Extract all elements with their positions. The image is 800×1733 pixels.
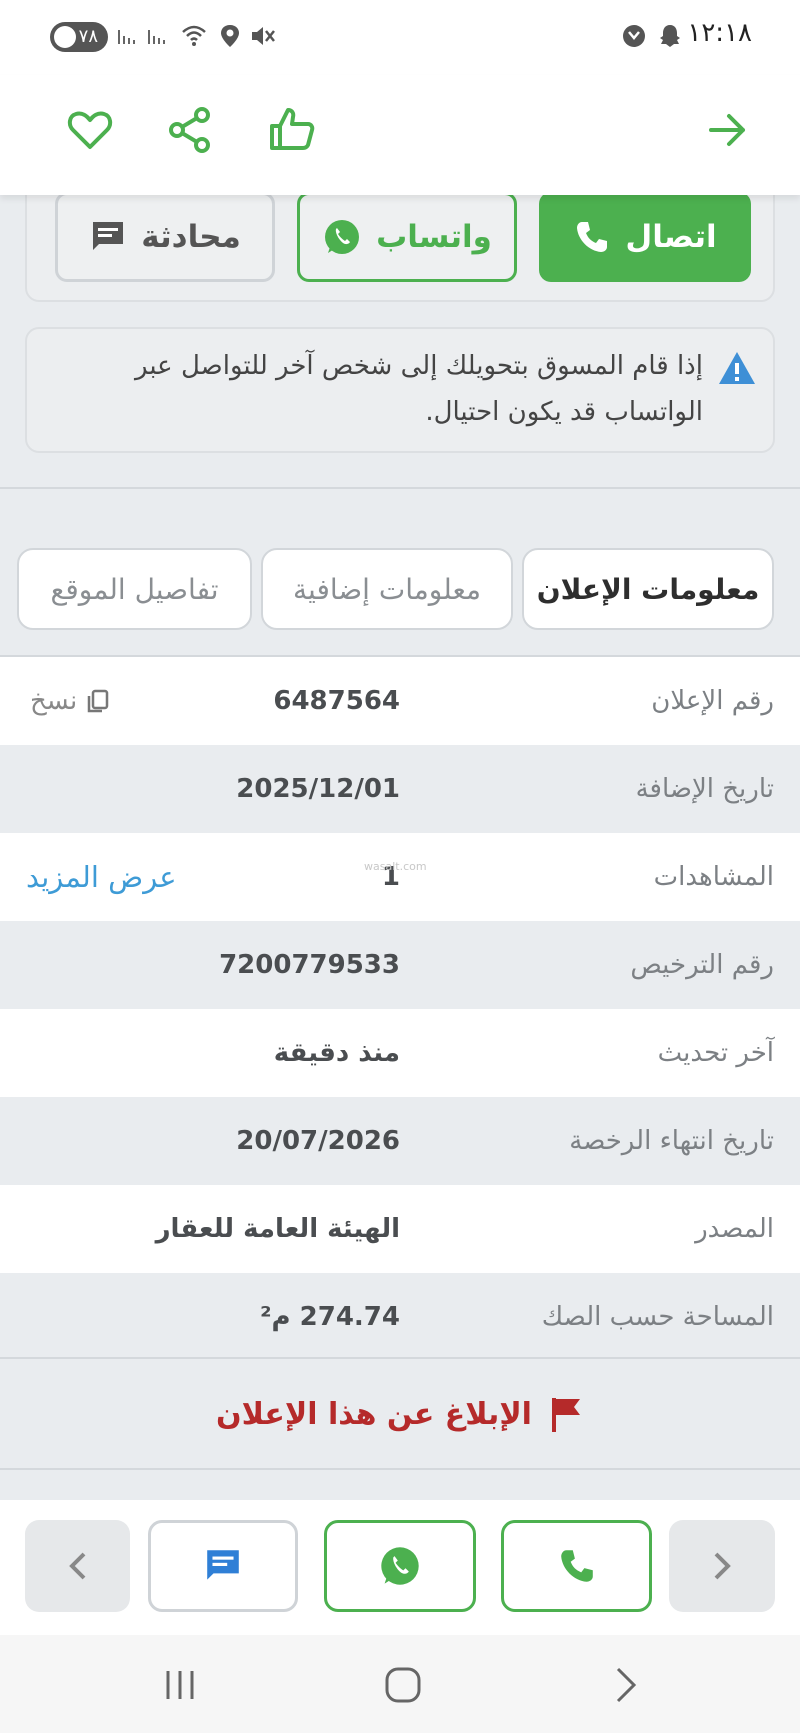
row-label: المصدر [695,1214,774,1244]
whatsapp-icon [381,1547,419,1585]
row-label: آخر تحديث [657,1038,774,1068]
info-row-views: المشاهدات 1 عرض المزيد [0,833,800,921]
chevron-left-icon [68,1552,85,1580]
recent-apps-icon[interactable] [160,1665,200,1705]
copy-button[interactable]: نسخ [30,657,111,745]
fraud-warning: إذا قام المسوق بتحويلك إلى شخص آخر للتوا… [25,327,775,453]
mute-icon [252,27,275,45]
previous-listing-button[interactable] [25,1520,130,1612]
home-icon[interactable] [383,1665,423,1705]
bottom-chat-button[interactable] [148,1520,298,1612]
show-more-link[interactable]: عرض المزيد [26,833,177,921]
heart-icon [67,111,113,149]
copy-label: نسخ [30,686,78,716]
signal-icon [118,30,135,44]
next-listing-button[interactable] [669,1520,775,1612]
back-button[interactable] [698,100,758,160]
tab-ad-info[interactable]: معلومات الإعلان [522,548,774,630]
snapchat-icon [660,25,680,47]
row-value: 2025/12/01 [236,774,400,804]
share-button[interactable] [160,100,220,160]
message-icon [207,1550,239,1580]
watermark: wasalt.com [364,860,427,873]
divider [0,487,800,489]
thumbs-up-icon [270,108,315,150]
call-button[interactable]: اتصال [539,192,751,282]
row-label: المشاهدات [653,862,774,892]
bottom-whatsapp-button[interactable] [324,1520,476,1612]
location-icon [221,25,239,47]
tab-additional-info[interactable]: معلومات إضافية [261,548,513,630]
bottom-action-bar [0,1500,800,1635]
info-row-license-expiry: تاريخ انتهاء الرخصة 20/07/2026 [0,1097,800,1185]
row-label: رقم الترخيص [630,950,774,980]
system-navigation-bar [0,1635,800,1733]
arrow-right-icon [709,114,745,146]
ad-info-table: رقم الإعلان 6487564 نسخ تاريخ الإضافة 20… [0,657,800,1361]
row-value: 7200779533 [219,950,400,980]
chat-button[interactable]: محادثة [55,192,275,282]
copy-icon [87,689,109,713]
share-icon [169,107,210,153]
chat-label: محادثة [141,219,241,255]
info-row-deed-area: المساحة حسب الصك 274.74 م² [0,1273,800,1361]
tab-location-details[interactable]: تفاصيل الموقع [17,548,252,630]
row-label: المساحة حسب الصك [541,1302,774,1332]
row-label: رقم الإعلان [651,686,774,716]
row-label: تاريخ الإضافة [635,774,774,804]
app-notification-icon [623,25,645,47]
chevron-right-icon [714,1552,731,1580]
info-row-date-added: تاريخ الإضافة 2025/12/01 [0,745,800,833]
info-row-license-number: رقم الترخيص 7200779533 [0,921,800,1009]
status-bar: ٧٨ ١٢:١٨ [0,0,800,75]
whatsapp-icon [325,220,360,254]
whatsapp-label: واتساب [376,219,492,255]
signal-icon-2 [148,30,165,44]
clock: ١٢:١٨ [687,18,752,48]
warning-text: إذا قام المسوق بتحويلك إلى شخص آخر للتوا… [134,351,703,427]
phone-icon [560,1550,593,1582]
row-value: 274.74 م² [260,1302,400,1332]
system-back-icon[interactable] [606,1665,646,1705]
top-app-bar [0,75,800,195]
report-label: الإبلاغ عن هذا الإعلان [216,1396,532,1432]
row-value: 20/07/2026 [236,1126,400,1156]
info-row-last-update: آخر تحديث منذ دقيقة [0,1009,800,1097]
row-value: 6487564 [273,686,400,716]
report-ad-button[interactable]: الإبلاغ عن هذا الإعلان [0,1359,800,1469]
row-label: تاريخ انتهاء الرخصة [569,1126,774,1156]
divider [0,1468,800,1470]
whatsapp-button[interactable]: واتساب [297,192,517,282]
warning-icon [719,352,755,384]
row-value: الهيئة العامة للعقار [155,1214,400,1244]
bottom-call-button[interactable] [501,1520,652,1612]
flag-icon [551,1398,580,1432]
call-label: اتصال [625,219,717,255]
message-icon [93,222,124,250]
like-button[interactable] [262,100,322,160]
favorite-button[interactable] [60,100,120,160]
row-value: منذ دقيقة [273,1038,400,1068]
info-row-source: المصدر الهيئة العامة للعقار [0,1185,800,1273]
row-value: 1 [381,862,400,892]
battery-indicator: ٧٨ [50,22,108,52]
info-row-ad-number: رقم الإعلان 6487564 نسخ [0,657,800,745]
phone-icon [577,222,608,252]
wifi-icon [182,25,206,46]
